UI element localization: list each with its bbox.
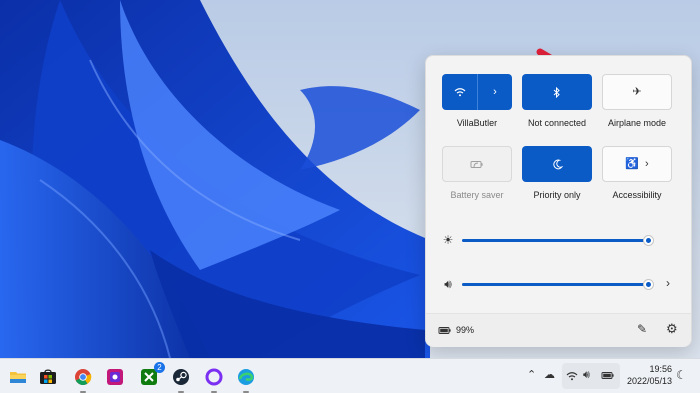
battery-charging-icon [601,372,614,379]
tile-bluetooth: Not connected [522,74,592,128]
steam-icon [173,369,189,385]
taskbar-app-edge[interactable] [235,366,257,393]
speaker-icon: 🔊︎ [583,369,590,381]
wifi-expand-button[interactable]: › [478,74,512,110]
taskbar-app-xbox[interactable]: 2 [138,362,165,388]
volume-slider[interactable] [462,279,654,290]
tile-label: Airplane mode [607,118,667,128]
purple-app-icon [107,369,123,385]
wifi-icon [454,88,465,97]
moon-icon[interactable]: ☾ [676,368,687,382]
wifi-toggle[interactable]: › [442,74,512,110]
clock-time: 19:56 [649,364,672,374]
speaker-icon[interactable]: 🔊︎ [440,276,456,292]
taskbar-app-circle[interactable] [203,366,225,393]
chevron-right-icon[interactable]: › [666,276,670,290]
brightness-thumb[interactable] [643,235,654,246]
tile-row: › VillaButler Not connected ✈ Airplane m… [442,74,676,140]
tile-label: Battery saver [450,190,504,200]
tile-battery-saver: Battery saver [442,146,512,200]
volume-slider-row: 🔊︎ › [440,276,680,292]
wifi-toggle-button[interactable] [442,74,478,110]
chevron-right-icon: › [493,85,497,98]
clock-date: 2022/05/13 [626,376,672,386]
edit-pencil-icon[interactable]: ✎ [637,322,647,336]
accessibility-button[interactable]: ♿ › [602,146,672,182]
tile-label: Accessibility [612,190,662,200]
moon-icon [552,159,563,169]
clock[interactable]: 19:56 2022/05/13 [626,363,672,387]
priority-only-toggle[interactable] [522,146,592,182]
taskbar-app-microsoft-store[interactable] [37,366,59,388]
onedrive-cloud-icon[interactable]: ☁ [544,368,555,381]
battery-charging-icon [438,326,451,334]
tile-label: Not connected [527,118,587,128]
quick-settings-panel: › VillaButler Not connected ✈ Airplane m… [425,55,692,347]
folder-icon [10,372,26,383]
chevron-up-icon[interactable]: ⌃ [527,368,536,381]
taskbar-app-file-explorer[interactable] [7,366,29,388]
battery-saver-toggle[interactable] [442,146,512,182]
tile-airplane-mode: ✈ Airplane mode [602,74,672,128]
bluetooth-icon [553,86,560,98]
tile-wifi: › VillaButler [442,74,512,128]
taskbar-app-chrome[interactable] [72,366,94,393]
store-icon [40,369,56,384]
tile-label: Priority only [533,190,581,200]
wifi-icon [566,372,578,381]
volume-thumb[interactable] [643,279,654,290]
taskbar: 2 ⌃ ☁ 🔊︎ 19:56 2022/05/13 ☾ [0,358,700,393]
tile-label: VillaButler [456,118,498,128]
battery-percent: 99% [456,325,475,335]
airplane-icon: ✈ [632,85,642,98]
battery-status[interactable]: 99% [438,325,474,335]
tile-accessibility: ♿ › Accessibility [602,146,672,200]
chrome-icon [75,369,92,385]
brightness-slider-row: ☀ [440,232,680,248]
quick-settings-footer: 99% ✎ ⚙ [426,313,691,347]
tray-status-group[interactable]: 🔊︎ [562,363,620,389]
battery-saver-icon [470,160,483,168]
chevron-right-icon: › [645,157,649,170]
gear-icon[interactable]: ⚙ [666,321,678,337]
taskbar-app-steam[interactable] [170,366,192,393]
notification-badge: 2 [154,362,165,373]
circle-app-icon [205,368,223,386]
brightness-slider[interactable] [462,235,654,246]
brightness-fill [462,239,648,242]
tile-row: Battery saver Priority only ♿ › Accessib… [442,146,676,212]
bluetooth-toggle[interactable] [522,74,592,110]
taskbar-app-purple[interactable] [104,366,126,388]
brightness-icon: ☀ [442,233,454,247]
accessibility-icon: ♿ [625,157,640,170]
tile-priority-only: Priority only [522,146,592,200]
airplane-mode-toggle[interactable]: ✈ [602,74,672,110]
volume-fill [462,283,648,286]
edge-icon [238,369,254,385]
